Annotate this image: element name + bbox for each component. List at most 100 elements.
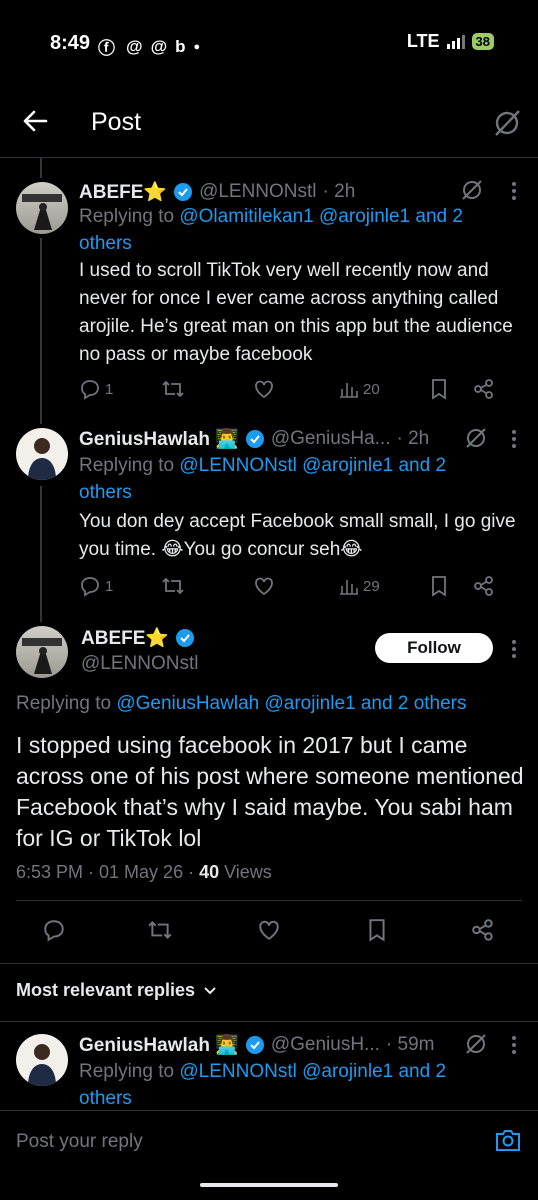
home-indicator[interactable]: [200, 1183, 338, 1187]
views-label: Views: [219, 862, 272, 882]
comment-icon: [81, 577, 99, 597]
more-vertical-icon: [512, 430, 516, 448]
reply-header: GeniusHawlah 👨‍💻 @GeniusH... · 59m: [79, 1030, 469, 1060]
back-button[interactable]: [20, 106, 50, 136]
bar-chart-icon: [340, 383, 358, 398]
avatar[interactable]: [16, 182, 68, 234]
display-name[interactable]: GeniusHawlah 👨‍💻: [79, 1033, 239, 1057]
header-divider: [0, 157, 538, 158]
more-button[interactable]: [506, 1034, 522, 1056]
more-button[interactable]: [506, 638, 522, 660]
repost-button[interactable]: [146, 918, 174, 942]
network-label: LTE: [406, 31, 440, 51]
bookmark-button[interactable]: [366, 918, 388, 942]
share-button[interactable]: [473, 575, 495, 597]
share-icon: [472, 919, 493, 941]
sort-replies-dropdown[interactable]: Most relevant replies: [16, 980, 217, 1001]
grok-icon: [495, 110, 520, 136]
replying-prefix: Replying to: [16, 693, 117, 714]
grok-icon: [466, 1034, 486, 1054]
camera-icon: [496, 1130, 520, 1151]
share-button[interactable]: [471, 918, 495, 942]
reply-input[interactable]: Post your reply: [16, 1131, 143, 1153]
action-bar: 1 29: [79, 575, 519, 597]
handle[interactable]: @LENNONstl: [81, 653, 198, 675]
reply-button[interactable]: [42, 918, 66, 942]
bookmark-icon: [432, 576, 446, 597]
display-name[interactable]: ABEFE⭐: [79, 180, 167, 204]
clock: 8:49: [50, 32, 91, 54]
verified-icon: [245, 1036, 264, 1054]
replying-prefix: Replying to: [79, 1061, 180, 1082]
replying-to-link[interactable]: @GeniusHawlah @arojinle1 and 2 others: [116, 693, 466, 714]
avatar[interactable]: [16, 428, 68, 480]
post-time: · 59m: [385, 1034, 435, 1055]
thread-line: [40, 238, 42, 424]
divider: [0, 963, 538, 964]
avatar[interactable]: [16, 1034, 68, 1086]
more-vertical-icon: [512, 640, 516, 658]
bookmark-button[interactable]: [429, 378, 473, 400]
bookmark-button[interactable]: [429, 575, 473, 597]
like-button[interactable]: [257, 918, 281, 942]
post-time: · 2h: [396, 428, 430, 449]
reply-button[interactable]: 1: [79, 378, 161, 400]
share-icon: [474, 576, 493, 596]
post-meta: 6:53 PM · 01 May 26 · 40 Views: [16, 862, 272, 883]
action-bar: 1 20: [79, 378, 519, 400]
like-button[interactable]: [253, 378, 339, 400]
reply-button[interactable]: 1: [79, 575, 161, 597]
heart-icon: [255, 577, 273, 596]
more-button[interactable]: [506, 428, 522, 450]
avatar-image: [22, 638, 62, 674]
notification-icons: ⓕ @ @ b ●: [98, 34, 200, 59]
repost-icon: [162, 577, 184, 595]
grok-button[interactable]: [464, 1032, 488, 1056]
grok-button[interactable]: [492, 108, 522, 138]
thread-line-top: [40, 158, 42, 178]
share-icon: [474, 379, 493, 399]
display-name[interactable]: GeniusHawlah 👨‍💻: [79, 427, 239, 451]
replying-to: Replying to @GeniusHawlah @arojinle1 and…: [16, 690, 526, 717]
main-post-text: I stopped using facebook in 2017 but I c…: [16, 732, 524, 851]
bookmark-icon: [432, 379, 446, 400]
post-text: I used to scroll TikTok very well recent…: [79, 260, 513, 365]
grok-icon: [466, 428, 486, 448]
views-count[interactable]: 40: [199, 862, 219, 882]
signal-icon: [446, 34, 465, 49]
verified-icon: [174, 183, 193, 201]
views-button[interactable]: 20: [339, 379, 429, 399]
dot-icon: ●: [193, 40, 201, 53]
status-bar: 8:49 ⓕ @ @ b ● LTE 38: [0, 28, 538, 62]
facebook-icon: ⓕ: [98, 39, 115, 58]
battery-icon: 38: [471, 33, 494, 50]
main-action-bar: [0, 918, 538, 946]
repost-button[interactable]: [161, 575, 253, 597]
replying-to: Replying to @Olamitilekan1 @arojinle1 an…: [79, 203, 499, 257]
more-vertical-icon: [512, 1036, 516, 1054]
bolt-icon: b: [175, 36, 186, 56]
reply-header: GeniusHawlah 👨‍💻 @GeniusHa... · 2h: [79, 424, 469, 454]
display-name[interactable]: ABEFE⭐: [81, 626, 169, 650]
handle[interactable]: @GeniusH...: [271, 1034, 380, 1056]
like-button[interactable]: [253, 575, 339, 597]
sort-label: Most relevant replies: [16, 980, 196, 1000]
reply-composer[interactable]: Post your reply: [0, 1110, 538, 1170]
replying-to: Replying to @LENNONstl @arojinle1 and 2 …: [79, 452, 489, 506]
grok-button[interactable]: [460, 178, 484, 202]
more-button[interactable]: [506, 180, 522, 202]
bar-chart-icon: [340, 580, 358, 595]
post-text: You don dey accept Facebook small small,…: [79, 511, 516, 560]
bookmark-icon: [369, 919, 385, 942]
reply-count: 1: [105, 380, 114, 398]
share-button[interactable]: [473, 378, 495, 400]
repost-button[interactable]: [161, 378, 253, 400]
handle[interactable]: @GeniusHa...: [271, 428, 391, 450]
follow-button[interactable]: Follow: [375, 633, 493, 663]
replying-prefix: Replying to: [79, 455, 180, 476]
views-button[interactable]: 29: [339, 576, 429, 596]
grok-button[interactable]: [464, 426, 488, 450]
handle[interactable]: @LENNONstl: [199, 181, 316, 203]
avatar[interactable]: [16, 626, 68, 678]
camera-button[interactable]: [494, 1127, 522, 1153]
